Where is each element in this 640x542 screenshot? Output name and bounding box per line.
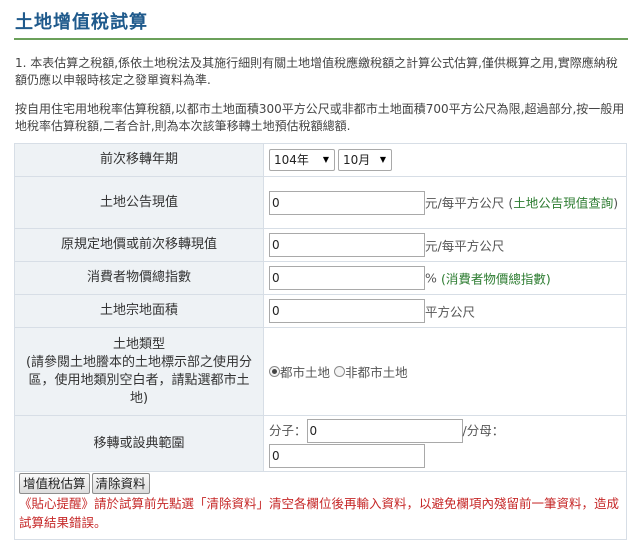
estimate-tax-button[interactable]: 增值稅估算: [19, 473, 90, 494]
cpi-label: 消費者物價總指數: [14, 261, 264, 295]
denominator-input[interactable]: 0: [269, 443, 425, 468]
land-type-cell: 都市土地 非都市土地: [263, 327, 627, 416]
urban-radio-label[interactable]: 都市土地: [280, 365, 330, 380]
announced-value-query-link[interactable]: 土地公告現值查詢: [513, 196, 613, 211]
area-unit: 平方公尺: [425, 304, 476, 320]
month-select-value: 10月: [343, 153, 371, 167]
numerator-input[interactable]: 0: [306, 419, 463, 443]
original-value-cell: 0 元/每平方公尺: [263, 228, 627, 262]
note-paragraph-1: 1. 本表估算之稅額,係依土地稅法及其施行細則有關土地增值稅應繳稅額之計算公式估…: [15, 56, 618, 87]
announced-value-input[interactable]: 0: [269, 191, 425, 215]
cpi-input[interactable]: 0: [269, 266, 425, 290]
chevron-down-icon: ▼: [322, 155, 329, 164]
transfer-scope-label: 移轉或設典範圍: [14, 415, 264, 472]
cpi-query-link[interactable]: (消費者物價總指數): [441, 272, 551, 287]
urban-radio[interactable]: [269, 366, 280, 377]
numerator-label: 分子：: [269, 423, 307, 438]
prev-transfer-cell: 104年 ▼ 10月 ▼: [263, 143, 627, 177]
chevron-down-icon: ▼: [379, 155, 386, 164]
row-announced-value: 土地公告現值 0 元/每平方公尺 (土地公告現值查詢): [14, 176, 627, 229]
announced-value-unit: 元/每平方公尺: [425, 195, 505, 211]
action-buttons: 增值稅估算 清除資料: [19, 473, 152, 494]
year-select-value: 104年: [274, 153, 309, 167]
clear-data-button[interactable]: 清除資料: [91, 473, 150, 494]
area-input[interactable]: 0: [269, 299, 425, 323]
land-type-label: 土地類型 (請參閱土地謄本的土地標示部之使用分區，使用地類別空白者，請點選都市土…: [14, 327, 264, 416]
row-original-value: 原規定地價或前次移轉現值 0 元/每平方公尺: [14, 228, 627, 262]
year-select[interactable]: 104年 ▼: [269, 149, 335, 171]
month-select[interactable]: 10月 ▼: [338, 149, 392, 171]
announced-value-link-close: ): [613, 195, 619, 211]
area-label: 土地宗地面積: [14, 294, 264, 328]
row-cpi: 消費者物價總指數 0% (消費者物價總指數): [14, 261, 627, 295]
calculator-form: 前次移轉年期 104年 ▼ 10月 ▼ 土地公告現值 0 元/每平方公尺 (土地公…: [14, 143, 627, 472]
original-value-label: 原規定地價或前次移轉現值: [14, 228, 264, 262]
page-title: 土地增值稅試算: [15, 12, 148, 33]
original-value-unit: 元/每平方公尺: [425, 238, 505, 254]
area-cell: 0 平方公尺: [263, 294, 627, 328]
transfer-scope-cell: 分子： 0/分母： 0: [263, 415, 627, 472]
nonurban-radio[interactable]: [334, 366, 346, 377]
title-divider: [14, 38, 628, 40]
land-type-label-hint: (請參閱土地謄本的土地標示部之使用分區，使用地類別空白者，請點選都市土地): [25, 354, 253, 406]
nonurban-radio-label[interactable]: 非都市土地: [345, 365, 408, 380]
row-land-type: 土地類型 (請參閱土地謄本的土地標示部之使用分區，使用地類別空白者，請點選都市土…: [14, 327, 627, 416]
reminder-tip: 《貼心提醒》請於試算前先點選「清除資料」清空各欄位後再輸入資料，以避免欄項內殘留…: [19, 496, 620, 530]
cpi-unit: %: [425, 270, 437, 286]
announced-value-label: 土地公告現值: [14, 176, 264, 229]
denominator-label: /分母：: [462, 423, 505, 438]
row-prev-transfer: 前次移轉年期 104年 ▼ 10月 ▼: [14, 143, 627, 177]
note-paragraph-2: 按自用住宅用地稅率估算稅額,以都市土地面積300平方公尺或非都市土地面積700平…: [15, 102, 625, 133]
cpi-cell: 0% (消費者物價總指數): [263, 261, 627, 295]
row-transfer-scope: 移轉或設典範圍 分子： 0/分母： 0: [14, 415, 627, 472]
land-type-label-title: 土地類型: [112, 336, 165, 352]
announced-value-cell: 0 元/每平方公尺 (土地公告現值查詢): [263, 176, 627, 229]
row-area: 土地宗地面積 0 平方公尺: [14, 294, 627, 328]
original-value-input[interactable]: 0: [269, 233, 425, 257]
prev-transfer-label: 前次移轉年期: [14, 143, 264, 177]
